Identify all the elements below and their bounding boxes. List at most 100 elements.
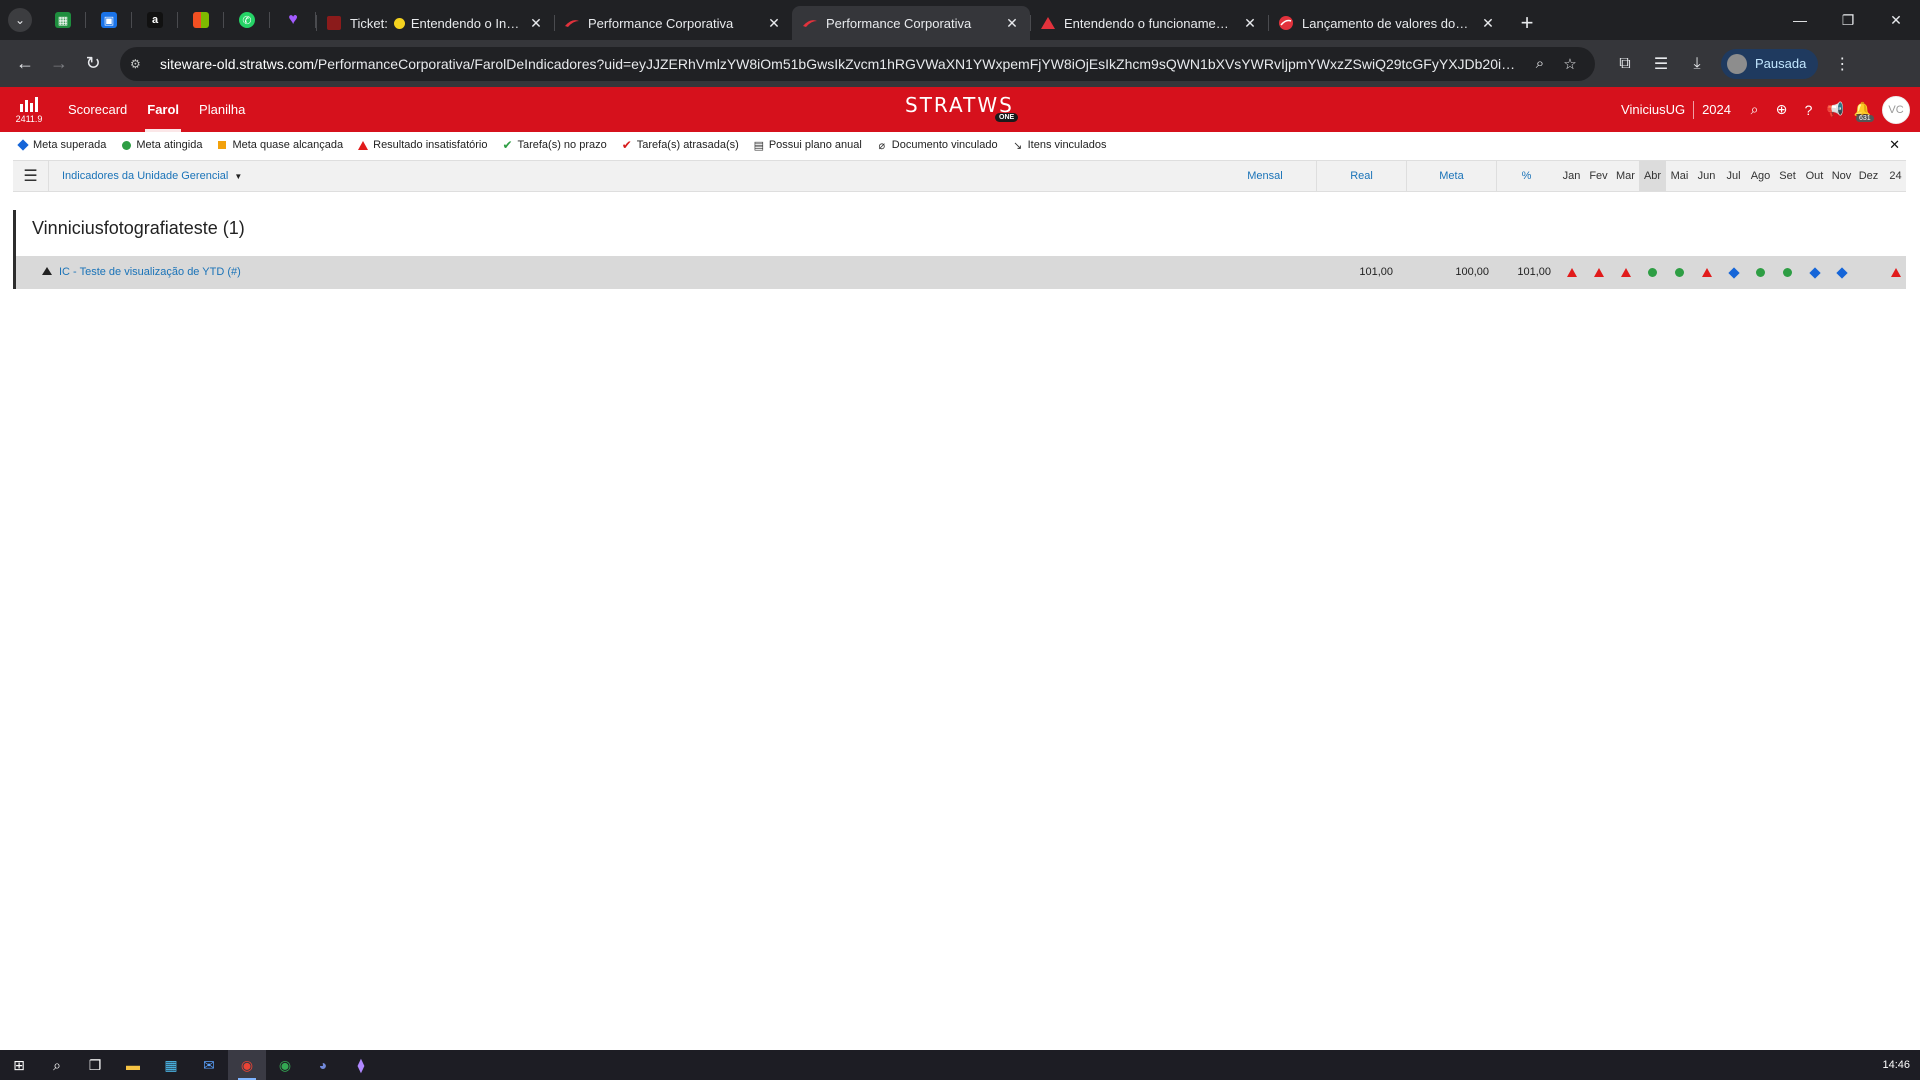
month-status-out[interactable] (1801, 256, 1828, 289)
media-controls-icon[interactable]: ☰ (1643, 47, 1679, 81)
column-pct[interactable]: % (1496, 161, 1556, 191)
address-bar[interactable]: ⚙ siteware-old.stratws.com/PerformanceCo… (120, 46, 1595, 81)
search-icon[interactable]: ⌕ (1741, 101, 1768, 118)
avatar[interactable]: VC (1882, 95, 1910, 124)
divider (1693, 100, 1695, 119)
hamburger-menu-icon[interactable]: ☰ (13, 161, 49, 191)
close-icon[interactable]: ✕ (1480, 15, 1496, 31)
pinned-tab-calendar[interactable]: ▣ (86, 0, 132, 40)
month-header-set[interactable]: Set (1774, 161, 1801, 191)
bookmark-star-icon[interactable]: ☆ (1555, 55, 1585, 73)
indicator-name-link[interactable]: IC - Teste de visualização de YTD (#) (59, 266, 241, 278)
month-header-24[interactable]: 24 (1882, 161, 1909, 191)
stratws-circle-favicon-icon (1278, 15, 1294, 31)
app-home-logo[interactable]: 2411.9 (0, 87, 58, 132)
discord-icon[interactable]: ◕ (304, 1050, 342, 1080)
month-header-jan[interactable]: Jan (1558, 161, 1585, 191)
month-status-fev[interactable] (1585, 256, 1612, 289)
task-view-icon[interactable]: ❐ (76, 1050, 114, 1080)
reload-button[interactable]: ↻ (76, 47, 110, 81)
legend-label: Meta atingida (136, 139, 203, 151)
windows-start-icon[interactable]: ⊞ (0, 1050, 38, 1080)
kebab-menu-icon[interactable]: ⋮ (1824, 47, 1860, 81)
tab-ticket[interactable]: Ticket: Entendendo o Indica ✕ (316, 6, 554, 40)
column-real[interactable]: Real (1316, 161, 1406, 191)
user-name[interactable]: ViniciusUG (1621, 102, 1685, 117)
year-selector[interactable]: 2024 (1702, 102, 1731, 117)
month-status-mar[interactable] (1612, 256, 1639, 289)
month-status-abr[interactable] (1639, 256, 1666, 289)
url-text[interactable]: siteware-old.stratws.com/PerformanceCorp… (160, 56, 1525, 72)
month-header-ago[interactable]: Ago (1747, 161, 1774, 191)
back-button[interactable]: ← (8, 47, 42, 81)
month-status-jul[interactable] (1720, 256, 1747, 289)
grid-header: ☰ Indicadores da Unidade Gerencial ▼ Mens… (13, 160, 1906, 192)
zoom-icon[interactable]: ⌕ (1525, 55, 1555, 72)
triangle-icon (1593, 268, 1604, 277)
month-status-set[interactable] (1774, 256, 1801, 289)
close-icon[interactable]: ✕ (766, 15, 782, 31)
month-header-abr[interactable]: Abr (1639, 161, 1666, 191)
help-icon[interactable]: ? (1795, 102, 1822, 118)
pinned-tab-sheets[interactable]: ▦ (40, 0, 86, 40)
megaphone-icon[interactable]: 📢 (1822, 101, 1849, 118)
mail-icon[interactable]: ✉ (190, 1050, 228, 1080)
restore-icon[interactable]: ❐ (1824, 0, 1872, 40)
table-row[interactable]: IC - Teste de visualização de YTD (#) 10… (16, 256, 1906, 289)
profile-button[interactable]: Pausada (1721, 48, 1819, 79)
month-status-jan[interactable] (1558, 256, 1585, 289)
close-window-icon[interactable]: ✕ (1872, 0, 1920, 40)
period-selector[interactable]: Mensal (1226, 161, 1304, 191)
month-header-mar[interactable]: Mar (1612, 161, 1639, 191)
nav-farol[interactable]: Farol (137, 87, 189, 132)
month-header-out[interactable]: Out (1801, 161, 1828, 191)
unit-selector[interactable]: Indicadores da Unidade Gerencial ▼ (62, 170, 242, 182)
month-status-ago[interactable] (1747, 256, 1774, 289)
tab-performance-1[interactable]: Performance Corporativa ✕ (554, 6, 792, 40)
month-header-fev[interactable]: Fev (1585, 161, 1612, 191)
month-header-jun[interactable]: Jun (1693, 161, 1720, 191)
pinned-tab-microsoft[interactable] (178, 0, 224, 40)
pinned-tab-whatsapp[interactable]: ✆ (224, 0, 270, 40)
nav-scorecard[interactable]: Scorecard (58, 87, 137, 132)
month-status-mai[interactable] (1666, 256, 1693, 289)
tab-lancamento[interactable]: Lançamento de valores dos indi ✕ (1268, 6, 1506, 40)
month-header-mai[interactable]: Mai (1666, 161, 1693, 191)
app-icon[interactable]: ⧫ (342, 1050, 380, 1080)
os-taskbar: ⊞ ⌕ ❐ ▬ ▦ ✉ ◉ ◉ ◕ ⧫ 14:46 (0, 1050, 1920, 1080)
tab-performance-2[interactable]: Performance Corporativa ✕ (792, 6, 1030, 40)
close-icon[interactable]: ✕ (1004, 15, 1020, 31)
close-icon[interactable]: ✕ (1242, 15, 1258, 31)
pinned-tab-amazon[interactable]: a (132, 0, 178, 40)
bell-icon[interactable]: 🔔 631 (1849, 101, 1876, 122)
minimize-icon[interactable]: — (1776, 0, 1824, 40)
chrome-icon[interactable]: ◉ (228, 1050, 266, 1080)
month-status-jun[interactable] (1693, 256, 1720, 289)
column-meta[interactable]: Meta (1406, 161, 1496, 191)
month-header-dez[interactable]: Dez (1855, 161, 1882, 191)
new-tab-button[interactable]: + (1510, 6, 1544, 40)
nav-planilha[interactable]: Planilha (189, 87, 255, 132)
pinned-tab-heart[interactable]: ♥ (270, 0, 316, 40)
month-header-jul[interactable]: Jul (1720, 161, 1747, 191)
check-green-icon: ✔ (502, 138, 513, 152)
forward-button[interactable]: → (42, 47, 76, 81)
month-status-24[interactable] (1882, 256, 1909, 289)
tab-search-button[interactable]: ⌄ (0, 0, 40, 40)
triangle-up-icon[interactable] (42, 267, 52, 275)
store-icon[interactable]: ▦ (152, 1050, 190, 1080)
browser-toolbar: ← → ↻ ⚙ siteware-old.stratws.com/Perform… (0, 40, 1920, 87)
add-circle-icon[interactable]: ⊕ (1768, 101, 1795, 118)
download-icon[interactable]: ⤓ (1679, 47, 1715, 81)
month-status-nov[interactable] (1828, 256, 1855, 289)
tab-entendendo[interactable]: Entendendo o funcionamento d ✕ (1030, 6, 1268, 40)
site-info-icon[interactable]: ⚙ (130, 57, 150, 71)
close-icon[interactable]: ✕ (528, 15, 544, 31)
file-explorer-icon[interactable]: ▬ (114, 1050, 152, 1080)
close-legend-icon[interactable]: ✕ (1889, 137, 1900, 153)
circle-icon (1675, 268, 1684, 277)
extensions-icon[interactable]: ⧉ (1607, 47, 1643, 81)
month-header-nov[interactable]: Nov (1828, 161, 1855, 191)
chrome-profile-icon[interactable]: ◉ (266, 1050, 304, 1080)
search-icon[interactable]: ⌕ (38, 1050, 76, 1080)
